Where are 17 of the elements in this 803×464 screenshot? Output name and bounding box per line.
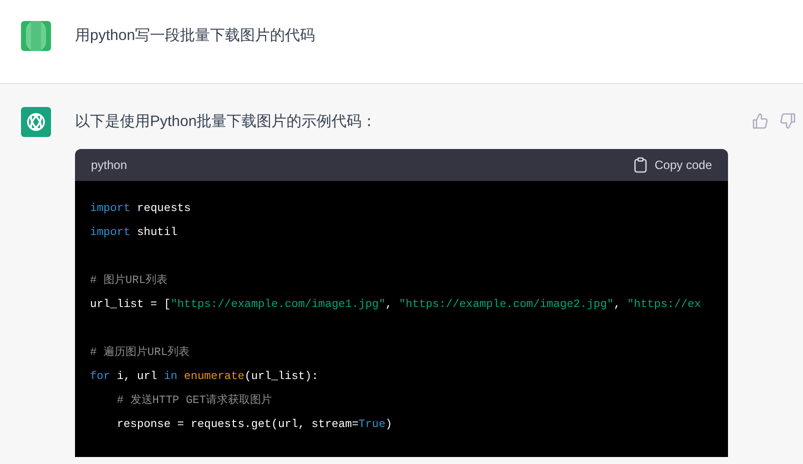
user-message: 用python写一段批量下载图片的代码 — [75, 26, 316, 46]
assistant-logo-icon — [21, 107, 51, 137]
code-line: import requests — [90, 202, 191, 217]
clipboard-icon — [634, 157, 647, 173]
assistant-message: 以下是使用Python批量下载图片的示例代码： — [75, 112, 378, 132]
user-avatar — [21, 21, 51, 51]
code-language-label: python — [91, 157, 128, 174]
thumbs-up-icon[interactable] — [752, 113, 768, 129]
thumbs-down-icon[interactable] — [780, 113, 796, 129]
copy-code-button[interactable]: Copy code — [634, 156, 712, 174]
code-line: response = requests.get(url, stream=True) — [116, 418, 392, 433]
code-line: import shutil — [90, 226, 178, 241]
code-line: # 图片URL列表 — [90, 273, 168, 289]
code-line: # 遍历图片URL列表 — [90, 344, 190, 361]
code-line: # 发送HTTP GET请求获取图片 — [116, 393, 272, 409]
code-line: url_list = ["https://example.com/image1.jpg", "https://example.com/image2.jpg", "https://ex — [90, 298, 701, 313]
code-line: for i, url in enumerate(url_list): — [90, 370, 318, 385]
